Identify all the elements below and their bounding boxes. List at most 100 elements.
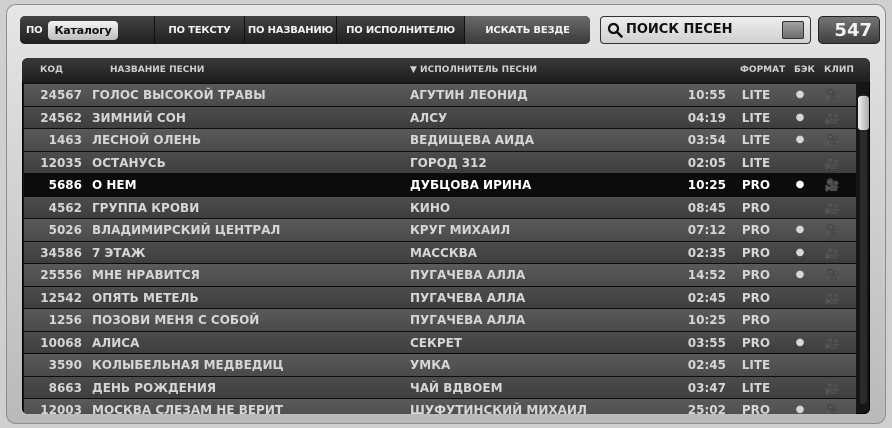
song-count-badge: 547 [818,16,880,44]
song-format: PRO [741,268,771,282]
table-row[interactable]: 4562 ГРУППА КРОВИ КИНО 08:45 PRO 🎥 [24,196,856,219]
table-row[interactable]: 5686 О НЕМ ДУБЦОВА ИРИНА 10:25 PRO ● 🎥 [24,174,856,197]
table-row[interactable]: 24567 ГОЛОС ВЫСОКОЙ ТРАВЫ АГУТИН ЛЕОНИД 10:… [24,84,856,107]
backing-track-indicator: ● [795,246,805,258]
table-row[interactable]: 1256 ПОЗОВИ МЕНЯ С СОБОЙ ПУГАЧЕВА АЛЛА 10:2… [24,309,856,332]
song-title: ПОЗОВИ МЕНЯ С СОБОЙ [92,313,260,327]
backing-track-indicator: ● [795,269,805,280]
song-title: ДЕНЬ РОЖДЕНИЯ [92,380,217,395]
backing-track-indicator: ● [795,336,805,348]
table-row[interactable]: 12003 МОСКВА СЛЕЗАМ НЕ ВЕРИТ ШУФУТИНСКИЙ М… [24,399,856,414]
table-row[interactable]: 10068 АЛИСА СЕКРЕТ 03:55 PRO ● 🎥 [24,331,856,354]
song-artist: СЕКРЕТ [410,335,462,350]
table-row[interactable]: 34586 7 ЭТАЖ МАССКВА 02:35 PRO ● 🎥 [24,241,856,264]
table-row[interactable]: 25556 МНЕ НРАВИТСЯ ПУГАЧЕВА АЛЛА 14:52 PRO ● 🎥 [24,264,856,287]
song-duration: 10:25 [687,313,726,327]
column-header-code[interactable]: КОД [40,65,63,75]
song-title: МОСКВА СЛЕЗАМ НЕ ВЕРИТ [92,403,284,414]
table-row[interactable]: 3590 КОЛЫБЕЛЬНАЯ МЕДВЕДИЦ УМКА 02:45 LITE [24,354,856,377]
song-artist: КИНО [410,200,451,215]
video-clip-icon: 🎥 [824,268,840,282]
video-clip-icon: 🎥 [824,380,840,395]
backing-track-indicator: ● [795,111,805,123]
backing-track-indicator: ● [795,134,805,145]
song-artist: ДУБЦОВА ИРИНА [410,178,532,192]
song-format: LITE [741,110,771,125]
song-duration: 02:05 [687,155,726,170]
tab-by-artist[interactable]: ПО ИСПОЛНИТЕЛЮ [337,16,465,44]
song-title: АЛИСА [92,335,140,350]
search-clear-button[interactable] [782,21,804,39]
scrollbar[interactable] [858,94,869,404]
column-header-title[interactable]: НАЗВАНИЕ ПЕСНИ [110,65,204,75]
song-title: ГОЛОС ВЫСОКОЙ ТРАВЫ [92,88,266,102]
song-title: ЛЕСНОЙ ОЛЕНЬ [92,133,201,147]
song-list: 24567 ГОЛОС ВЫСОКОЙ ТРАВЫ АГУТИН ЛЕОНИД 10:… [24,84,856,414]
song-artist: ВЕДИЩЕВА АИДА [410,133,535,147]
song-title: КОЛЫБЕЛЬНАЯ МЕДВЕДИЦ [92,358,284,372]
search-placeholder: ПОИСК ПЕСЕН [626,22,733,37]
video-clip-icon: 🎥 [824,178,840,192]
table-row[interactable]: 1463 ЛЕСНОЙ ОЛЕНЬ ВЕДИЩЕВА АИДА 03:54 LITE ● 🎥 [24,129,856,152]
column-header-artist[interactable]: ▼ ИСПОЛНИТЕЛЬ ПЕСНИ [410,65,537,75]
scrollbar-thumb[interactable] [858,96,869,130]
song-duration: 07:12 [687,223,726,237]
song-format: PRO [741,290,771,305]
table-row[interactable]: 24562 ЗИМНИЙ СОН АЛСУ 04:19 LITE ● 🎥 [24,106,856,129]
song-format: PRO [741,178,771,192]
tab-by-text[interactable]: ПО ТЕКСТУ [155,16,245,44]
song-duration: 04:19 [687,110,726,125]
tab-by-title[interactable]: ПО НАЗВАНИЮ [245,16,337,44]
song-code: 10068 [40,335,82,350]
tab-catalog[interactable]: ПО Каталогу [20,16,155,44]
karaoke-catalog-panel: ПО Каталогу ПО ТЕКСТУ ПО НАЗВАНИЮ ПО ИСП… [6,4,886,424]
column-header-format[interactable]: ФОРМАТ [740,65,785,75]
tab-search-everywhere[interactable]: ИСКАТЬ ВЕЗДЕ [465,16,590,44]
video-clip-icon: 🎥 [824,245,840,260]
song-duration: 02:45 [687,290,726,305]
song-code: 3590 [48,358,82,372]
song-code: 5026 [48,223,82,237]
song-format: PRO [741,200,771,215]
tab-catalog-prefix: ПО [26,24,43,36]
song-code: 5686 [48,178,82,192]
song-title: ЗИМНИЙ СОН [92,110,186,125]
table-row[interactable]: 8663 ДЕНЬ РОЖДЕНИЯ ЧАЙ ВДВОЕМ 03:47 LITE 🎥 [24,376,856,399]
video-clip-icon: 🎥 [824,290,840,305]
song-duration: 10:55 [687,88,726,102]
column-header-clip[interactable]: КЛИП [824,65,854,75]
song-format: LITE [741,358,771,372]
song-format: PRO [741,335,771,350]
song-artist: УМКА [410,358,451,372]
table-row[interactable]: 12035 ОСТАНУСЬ ГОРОД 312 02:05 LITE 🎥 [24,151,856,174]
song-duration: 03:55 [687,335,726,350]
song-duration: 10:25 [687,178,726,192]
backing-track-indicator: ● [795,224,805,235]
video-clip-icon: 🎥 [824,200,840,215]
table-row[interactable]: 12542 ОПЯТЬ МЕТЕЛЬ ПУГАЧЕВА АЛЛА 02:45 PRO 🎥 [24,286,856,309]
song-format: LITE [741,133,771,147]
song-artist: МАССКВА [410,245,478,260]
video-clip-icon: 🎥 [824,88,840,102]
song-duration: 14:52 [687,268,726,282]
song-format: LITE [741,380,771,395]
song-code: 24562 [40,110,82,125]
song-title: ГРУППА КРОВИ [92,200,200,215]
song-code: 8663 [48,380,82,395]
column-header-backing[interactable]: БЭК [794,65,815,75]
song-title: МНЕ НРАВИТСЯ [92,268,200,282]
song-code: 12003 [40,403,82,414]
song-duration: 03:47 [687,380,726,395]
table-row[interactable]: 5026 ВЛАДИМИРСКИЙ ЦЕНТРАЛ КРУГ МИХАИЛ 07:12… [24,219,856,242]
song-code: 12035 [40,155,82,170]
song-format: PRO [741,245,771,260]
song-code: 1256 [48,313,82,327]
song-search-field[interactable]: ПОИСК ПЕСЕН [600,16,811,44]
song-artist: ПУГАЧЕВА АЛЛА [410,268,526,282]
song-title: ОСТАНУСЬ [92,155,166,170]
song-artist: ШУФУТИНСКИЙ МИХАИЛ [410,403,587,414]
video-clip-icon: 🎥 [824,133,840,147]
song-duration: 02:35 [687,245,726,260]
song-format: LITE [741,155,771,170]
backing-track-indicator: ● [795,89,805,100]
